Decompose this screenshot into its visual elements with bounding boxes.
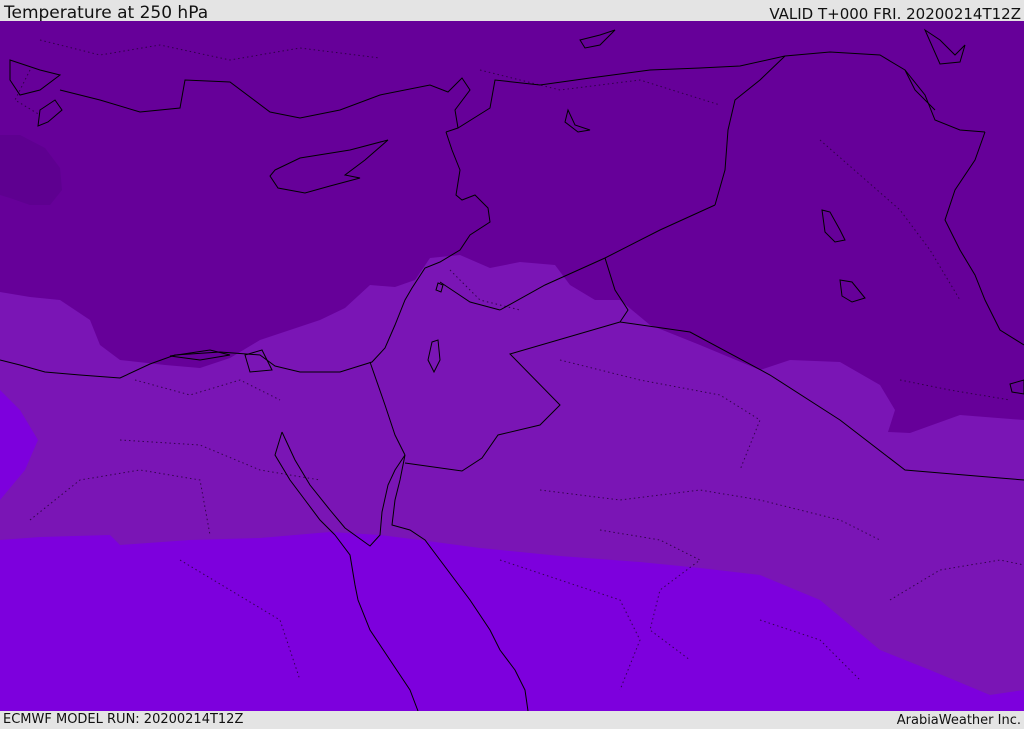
footer-bar: ECMWF MODEL RUN: 20200214T12Z ArabiaWeat… xyxy=(0,711,1024,729)
credit-label: ArabiaWeather Inc. xyxy=(896,713,1021,728)
model-run-label: ECMWF MODEL RUN: 20200214T12Z xyxy=(3,712,244,727)
map-title: Temperature at 250 hPa xyxy=(4,3,209,23)
map-canvas xyxy=(0,21,1024,711)
weather-map[interactable] xyxy=(0,21,1024,711)
header-bar: Temperature at 250 hPa VALID T+000 FRI. … xyxy=(0,0,1024,23)
